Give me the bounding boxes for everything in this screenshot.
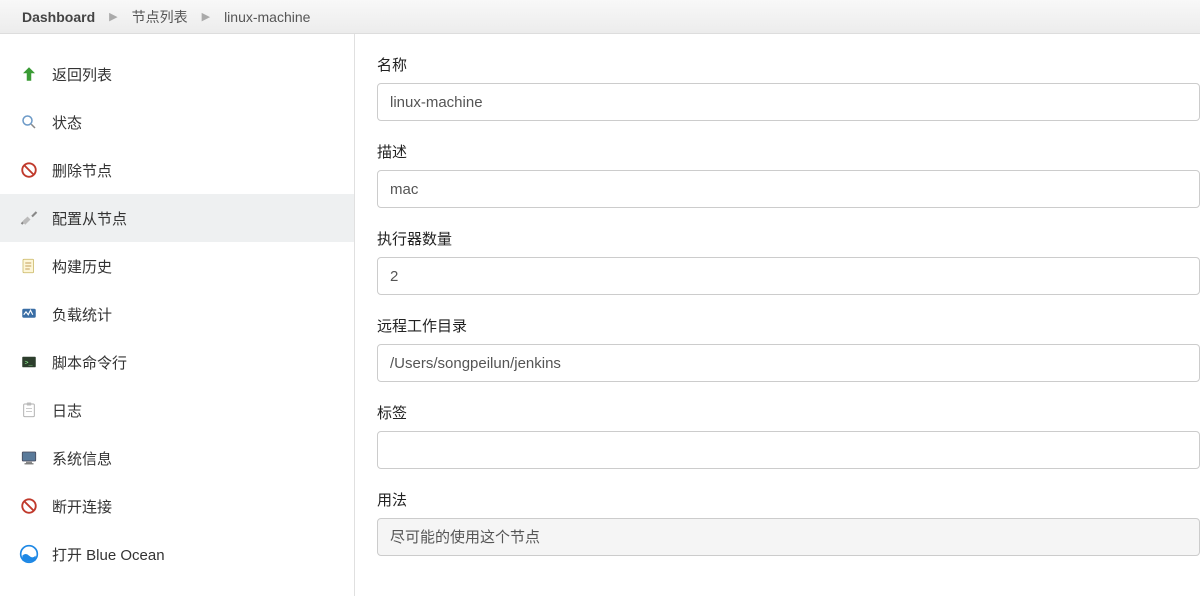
sidebar-item-history[interactable]: 构建历史 <box>0 242 354 290</box>
up-arrow-icon <box>18 63 40 85</box>
no-entry-icon <box>18 159 40 181</box>
chevron-right-icon: ▶ <box>202 10 210 23</box>
no-entry-icon <box>18 495 40 517</box>
breadcrumb-nodes[interactable]: 节点列表 <box>128 7 192 27</box>
sidebar-item-label: 日志 <box>52 400 82 421</box>
sidebar-item-load[interactable]: 负载统计 <box>0 290 354 338</box>
breadcrumb: Dashboard ▶ 节点列表 ▶ linux-machine <box>0 0 1200 34</box>
sidebar-item-label: 断开连接 <box>52 496 112 517</box>
tools-icon <box>18 207 40 229</box>
sidebar-item-label: 打开 Blue Ocean <box>52 544 165 565</box>
main-content: 名称 描述 执行器数量 远程工作目录 标签 用法 尽可能的使用这个节点 <box>355 34 1200 596</box>
sidebar-item-blueocean[interactable]: 打开 Blue Ocean <box>0 530 354 578</box>
name-input[interactable] <box>377 83 1200 121</box>
svg-text:>_: >_ <box>25 359 34 367</box>
executors-label: 执行器数量 <box>377 228 1200 249</box>
remote-dir-input[interactable] <box>377 344 1200 382</box>
computer-icon <box>18 447 40 469</box>
terminal-icon: >_ <box>18 351 40 373</box>
sidebar-item-label: 状态 <box>52 112 82 133</box>
sidebar-item-label: 删除节点 <box>52 160 112 181</box>
remote-dir-label: 远程工作目录 <box>377 315 1200 336</box>
description-input[interactable] <box>377 170 1200 208</box>
sidebar-item-label: 脚本命令行 <box>52 352 127 373</box>
monitor-icon <box>18 303 40 325</box>
name-label: 名称 <box>377 54 1200 75</box>
sidebar-item-status[interactable]: 状态 <box>0 98 354 146</box>
breadcrumb-current[interactable]: linux-machine <box>220 9 314 25</box>
usage-select[interactable]: 尽可能的使用这个节点 <box>377 518 1200 556</box>
sidebar-item-label: 负载统计 <box>52 304 112 325</box>
labels-label: 标签 <box>377 402 1200 423</box>
notepad-icon <box>18 255 40 277</box>
chevron-right-icon: ▶ <box>109 10 117 23</box>
labels-input[interactable] <box>377 431 1200 469</box>
sidebar-item-log[interactable]: 日志 <box>0 386 354 434</box>
sidebar-item-label: 配置从节点 <box>52 208 127 229</box>
usage-label: 用法 <box>377 489 1200 510</box>
breadcrumb-dashboard[interactable]: Dashboard <box>18 9 99 25</box>
sidebar-item-label: 系统信息 <box>52 448 112 469</box>
executors-input[interactable] <box>377 257 1200 295</box>
sidebar-item-label: 返回列表 <box>52 64 112 85</box>
sidebar-item-console[interactable]: >_ 脚本命令行 <box>0 338 354 386</box>
sidebar-item-delete[interactable]: 删除节点 <box>0 146 354 194</box>
sidebar-item-configure[interactable]: 配置从节点 <box>0 194 354 242</box>
search-icon <box>18 111 40 133</box>
description-label: 描述 <box>377 141 1200 162</box>
sidebar-item-disconnect[interactable]: 断开连接 <box>0 482 354 530</box>
sidebar-item-sysinfo[interactable]: 系统信息 <box>0 434 354 482</box>
sidebar: 返回列表 状态 删除节点 配置从节点 构建历史 <box>0 34 355 596</box>
blueocean-icon <box>18 543 40 565</box>
clipboard-icon <box>18 399 40 421</box>
sidebar-item-back[interactable]: 返回列表 <box>0 50 354 98</box>
sidebar-item-label: 构建历史 <box>52 256 112 277</box>
